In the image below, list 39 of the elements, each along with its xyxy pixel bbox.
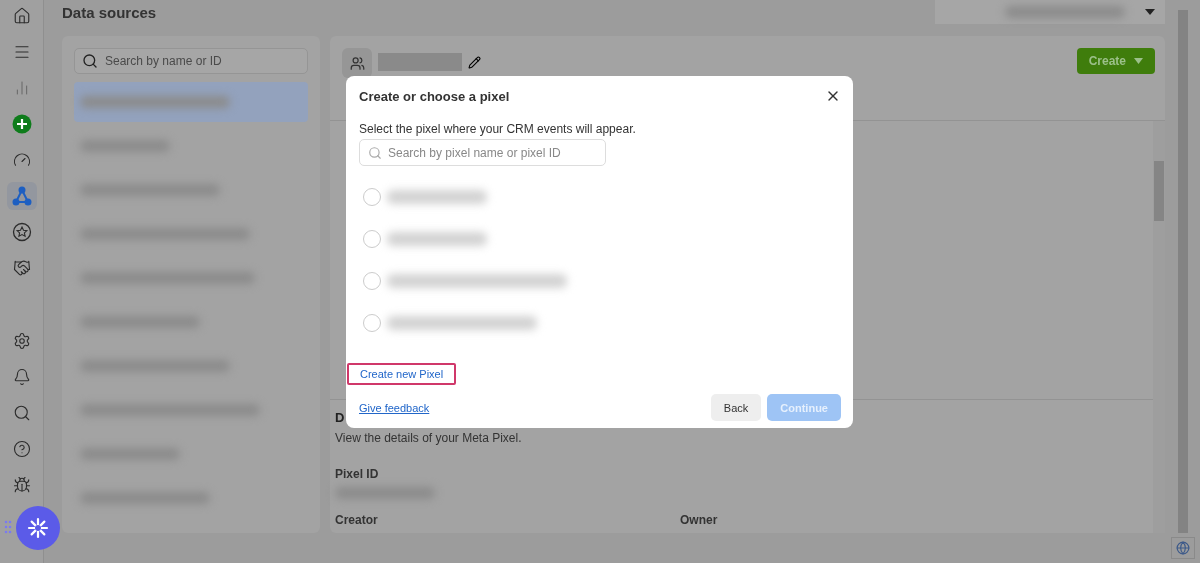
handshake-icon [12, 259, 31, 277]
field-label: Owner [680, 513, 719, 527]
page-scrollbar[interactable] [1177, 10, 1188, 533]
plus-icon [11, 114, 32, 134]
pixel-search-field[interactable]: Search by pixel name or pixel ID [359, 139, 606, 166]
network-icon [11, 186, 32, 206]
pixel-icon-button[interactable] [342, 48, 372, 78]
nav-button[interactable] [6, 182, 37, 210]
search-field[interactable]: Search by name or ID [74, 48, 308, 74]
search-icon [82, 53, 98, 69]
search-icon [12, 404, 31, 422]
back-button[interactable]: Back [710, 394, 762, 421]
drag-handle-icon[interactable] [4, 520, 12, 534]
feedback-link[interactable]: Give feedback [359, 401, 430, 414]
page-title: Data sources [62, 4, 157, 21]
bug-icon [12, 476, 31, 494]
sparkle-icon [27, 517, 49, 539]
section-description: View the details of your Meta Pixel. [335, 431, 523, 445]
dialog-instruction: Select the pixel where your CRM events will appear. [359, 122, 637, 136]
globe-icon [1175, 541, 1190, 555]
field-label: Creator [335, 513, 379, 527]
caret-icon [1134, 58, 1143, 64]
bell-icon [12, 368, 31, 386]
dialog-title: Create or choose a pixel [359, 88, 510, 104]
help-icon [12, 440, 31, 458]
caret-icon [1145, 9, 1155, 15]
gauge-icon [12, 151, 31, 169]
section-heading: D [335, 410, 346, 425]
home-icon [12, 7, 31, 25]
pencil-icon[interactable] [468, 56, 481, 69]
create-pixel-link[interactable]: Create new Pixel [347, 363, 457, 385]
field-label: Pixel ID [335, 467, 380, 481]
account-dropdown[interactable] [935, 0, 1165, 24]
people-icon [349, 55, 365, 71]
menu-icon [12, 43, 31, 61]
settings-icon [12, 332, 31, 350]
globe-button[interactable] [1170, 537, 1195, 559]
search-icon [368, 146, 382, 160]
source-item[interactable] [74, 82, 308, 122]
